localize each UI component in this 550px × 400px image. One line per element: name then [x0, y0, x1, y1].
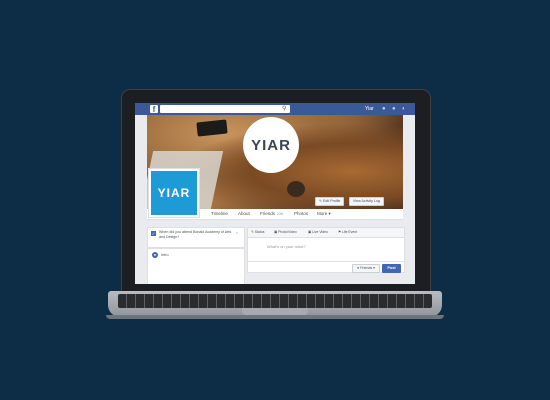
- composer-tabs: ✎ Status ▣ Photo/Video ▣ Live Video ⚑ Li…: [248, 228, 404, 238]
- laptop-base-lip: [106, 315, 444, 319]
- cover-logo: YIAR: [243, 117, 299, 173]
- tab-live-video-label: Live Video: [312, 230, 328, 234]
- pencil-icon: ✎: [319, 199, 323, 203]
- tab-life-event-label: Life Event: [342, 230, 358, 234]
- tab-friends[interactable]: Friends 235: [260, 211, 283, 217]
- search-icon[interactable]: ⚲: [282, 105, 290, 113]
- tab-live-video[interactable]: ▣ Live Video: [308, 230, 328, 235]
- tab-photo-video-label: Photo/Video: [278, 230, 297, 234]
- post-button[interactable]: Post: [382, 264, 401, 273]
- notifications-icon[interactable]: ◐: [402, 106, 408, 112]
- profile-logo: YIAR: [151, 171, 197, 215]
- laptop-keyboard: [118, 294, 432, 308]
- cover-cup-shape: [287, 181, 305, 197]
- photo-icon: ▣: [274, 230, 278, 234]
- education-prompt-text: When did you attend Bonald Academy of Ar…: [159, 230, 232, 239]
- tab-friends-label: Friends: [260, 211, 276, 216]
- cover-logo-text: YIAR: [251, 136, 291, 154]
- globe-icon: ●: [152, 252, 158, 258]
- checkbox-icon[interactable]: ✓: [151, 231, 156, 236]
- intro-label: Intro: [161, 253, 169, 257]
- profile-logo-text: YIAR: [157, 186, 191, 200]
- tab-status-label: Status: [254, 230, 265, 234]
- edit-profile-button[interactable]: ✎ Edit Profile: [315, 197, 345, 206]
- cover-phone-shape: [196, 119, 228, 137]
- search-input[interactable]: [160, 105, 290, 113]
- education-prompt-card: ✓ When did you attend Bonald Academy of …: [147, 227, 245, 248]
- messages-icon[interactable]: ●: [392, 106, 398, 112]
- tab-photo-video[interactable]: ▣ Photo/Video: [274, 230, 297, 235]
- view-activity-log-button[interactable]: View Activity Log: [349, 197, 384, 206]
- composer-input[interactable]: What's on your mind?: [267, 244, 306, 249]
- audience-selector[interactable]: ● Friends ▾: [352, 264, 380, 273]
- tab-timeline[interactable]: Timeline: [211, 211, 228, 217]
- edit-profile-label: Edit Profile: [323, 199, 341, 203]
- friends-count: 235: [277, 212, 284, 216]
- tab-status[interactable]: ✎ Status: [251, 230, 264, 235]
- friends-icon: ●: [357, 266, 360, 270]
- friend-requests-icon[interactable]: ●: [382, 106, 388, 112]
- composer-footer: ● Friends ▾ Post: [248, 261, 404, 273]
- flag-icon: ⚑: [338, 230, 342, 234]
- close-icon[interactable]: ×: [236, 230, 238, 235]
- status-icon: ✎: [251, 230, 254, 234]
- top-user-name[interactable]: Yiar: [365, 105, 374, 113]
- tab-photos[interactable]: Photos: [294, 211, 308, 217]
- post-composer: ✎ Status ▣ Photo/Video ▣ Live Video ⚑ Li…: [247, 227, 405, 273]
- activity-log-label: View Activity Log: [353, 199, 380, 203]
- laptop-screen: f ⚲ Yiar ● ● ◐ YIAR ✎ Edit Profile View …: [135, 103, 415, 284]
- laptop-trackpad: [242, 308, 308, 315]
- facebook-top-bar: f ⚲ Yiar ● ● ◐: [135, 103, 415, 115]
- video-icon: ▣: [308, 230, 312, 234]
- tab-more[interactable]: More ▾: [317, 211, 331, 217]
- tab-about[interactable]: About: [238, 211, 250, 217]
- intro-card: ● Intro: [147, 248, 245, 284]
- tab-life-event[interactable]: ⚑ Life Event: [338, 230, 357, 235]
- facebook-logo-icon[interactable]: f: [150, 105, 158, 114]
- audience-label: Friends ▾: [360, 266, 375, 270]
- profile-picture[interactable]: YIAR: [148, 168, 200, 218]
